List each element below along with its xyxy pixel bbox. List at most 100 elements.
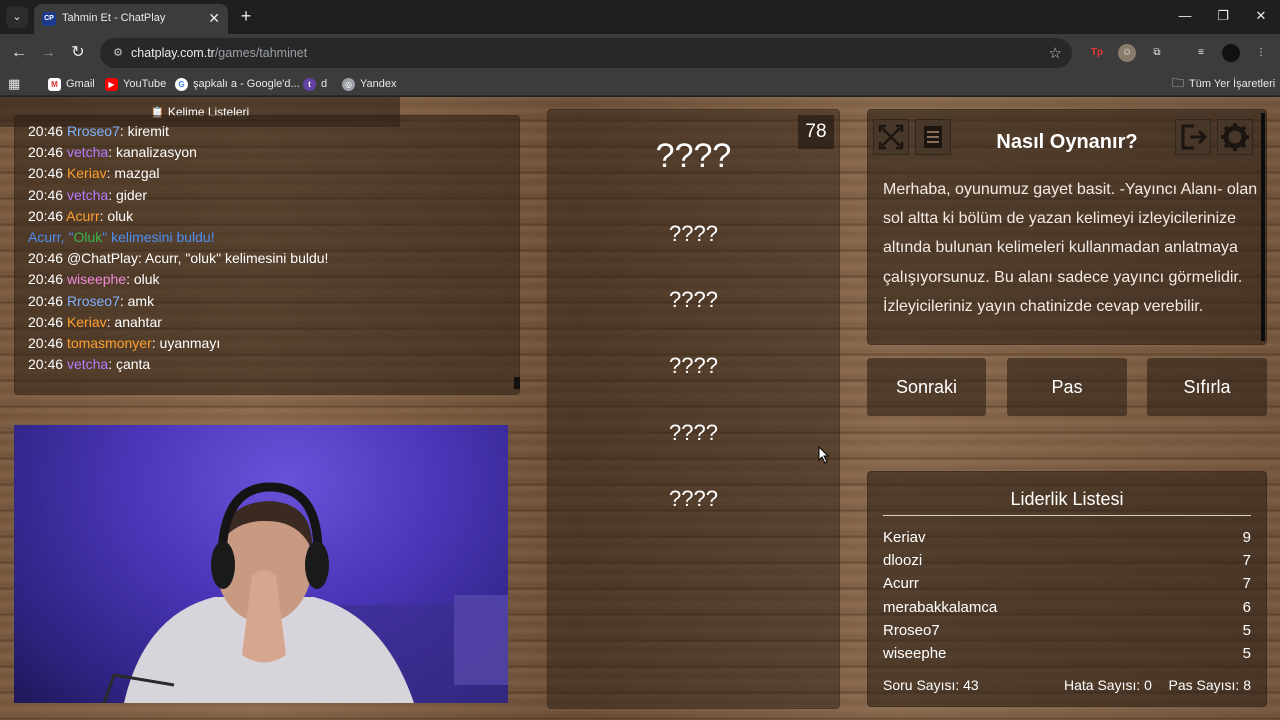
url-text: chatplay.com.tr/games/tahminet	[131, 46, 308, 60]
chat-username: Rroseo7	[66, 292, 120, 309]
extensions-puzzle-icon[interactable]: ⧉	[1148, 44, 1166, 62]
leaderboard-panel: Liderlik Listesi Keriav 9 dloozi 7 Acurr 7 mer…	[867, 471, 1267, 707]
player-name: Rroseo7	[883, 621, 940, 639]
window-controls: — ❐ ✕	[1166, 0, 1280, 34]
chat-text: : kiremit	[119, 123, 169, 139]
chat-timestamp: 20:46	[28, 186, 64, 203]
player-name: Acurr	[883, 575, 919, 593]
bookmark-youtube[interactable]: ▶ YouTube	[105, 76, 166, 92]
chat-text: : anahtar	[106, 313, 162, 330]
player-score: 7	[1242, 552, 1251, 570]
bookmark-d[interactable]: td	[303, 76, 327, 92]
chat-scrollbar[interactable]	[514, 377, 520, 389]
media-control-icon[interactable]: ≡	[1192, 44, 1210, 62]
minimize-icon[interactable]: —	[1166, 0, 1204, 34]
chat-username: vetcha	[66, 356, 109, 373]
leaderboard-row: merabakkalamca 6	[883, 596, 1251, 619]
bookmark-yandex[interactable]: ◎ Yandex	[342, 76, 397, 92]
chatplay-favicon-icon: CP	[42, 12, 56, 26]
google-icon: G	[175, 77, 188, 91]
pass-count: Pas Sayısı: 8	[1168, 677, 1251, 693]
extension-icon[interactable]: Tp	[1088, 44, 1106, 62]
pass-button[interactable]: Pas	[1007, 358, 1127, 416]
new-tab-icon[interactable]: +	[236, 6, 256, 26]
chat-timestamp: 20:46	[28, 313, 64, 330]
chat-username: vetcha	[66, 186, 109, 203]
chat-username: tomasmonyer	[66, 335, 152, 352]
profile-avatar[interactable]	[1222, 44, 1240, 62]
chat-text: : mazgal	[106, 165, 160, 182]
forbidden-word-2: ????	[669, 287, 718, 312]
forward-icon[interactable]: →	[37, 42, 59, 64]
forbidden-word-4: ????	[669, 420, 718, 445]
restore-icon[interactable]: ❐	[1204, 0, 1242, 34]
chat-username: wiseephe	[66, 271, 127, 288]
chat-text: : çanta	[108, 356, 151, 373]
chat-username: Keriav	[66, 313, 107, 330]
chat-username: Keriav	[66, 165, 107, 182]
site-info-icon[interactable]: ⚙	[110, 45, 126, 61]
apps-grid-icon[interactable]: ▦	[8, 76, 20, 92]
all-bookmarks[interactable]: 🗀 Tüm Yer İşaretleri	[1172, 76, 1275, 92]
how-to-play-scrollbar[interactable]	[1261, 113, 1265, 341]
player-score: 7	[1242, 575, 1251, 593]
player-score: 6	[1242, 598, 1251, 616]
back-icon[interactable]: ←	[8, 42, 30, 64]
mouse-cursor-icon	[818, 446, 830, 464]
leaderboard-row: Acurr 7	[883, 572, 1251, 595]
how-to-play-text: Merhaba, oyunumuz gayet basit. -Yayıncı …	[883, 181, 1258, 315]
tab-search-button[interactable]: ⌄	[6, 6, 28, 28]
chat-text: : oluk	[99, 207, 134, 224]
leaderboard-row: wiseephe 5	[883, 642, 1251, 665]
webcam-image	[102, 482, 508, 703]
forbidden-word-5: ????	[669, 486, 718, 511]
chat-text: : gider	[108, 186, 148, 203]
game-page: 20:46 Rroseo7: kiremit 20:46 vetcha: kana…	[0, 97, 1280, 720]
bookmark-gmail[interactable]: M Gmail	[48, 76, 95, 92]
chat-text: : kanalizasyon	[108, 144, 197, 161]
active-tab[interactable]: CP Tahmin Et - ChatPlay ✕	[34, 4, 228, 34]
forbidden-word-3: ????	[669, 353, 718, 378]
chat-message: 20:46 Rroseo7: kiremit	[28, 121, 506, 142]
chat-message: 20:46 vetcha: çanta	[28, 354, 506, 375]
next-button[interactable]: Sonraki	[867, 358, 986, 416]
streamer-webcam	[14, 425, 508, 703]
settings-gear-icon[interactable]	[1217, 119, 1253, 155]
bookmarks-bar: ▦ M Gmail ▶ YouTube Gşapkalı a - Google'd.…	[0, 72, 1280, 96]
leaderboard-row: Rroseo7 5	[883, 619, 1251, 642]
reset-button[interactable]: Sıfırla	[1147, 358, 1267, 416]
address-bar[interactable]: ⚙ chatplay.com.tr/games/tahminet ☆	[100, 38, 1072, 68]
question-count: Soru Sayısı: 43	[883, 677, 979, 693]
exit-icon[interactable]	[1175, 119, 1211, 155]
reload-icon[interactable]: ↻	[67, 42, 89, 64]
menu-kebab-icon[interactable]: ⋮	[1252, 44, 1270, 62]
chat-message: 20:46 Keriav: anahtar	[28, 312, 506, 333]
chat-timestamp: 20:46	[28, 207, 64, 224]
leaderboard-row: dloozi 7	[883, 549, 1251, 572]
leaderboard-divider	[883, 515, 1251, 516]
chat-username: Acurr	[66, 207, 100, 224]
folder-icon: 🗀	[1172, 75, 1185, 90]
chat-messages: 20:46 Rroseo7: kiremit 20:46 vetcha: kana…	[28, 121, 506, 375]
chat-username: @ChatPlay	[66, 250, 138, 267]
chat-message: 20:46 @ChatPlay: Acurr, "oluk" kelimesin…	[28, 248, 506, 269]
main-word: ????	[655, 137, 732, 175]
forbidden-word-1: ????	[669, 221, 718, 246]
chat-username: Rroseo7	[66, 123, 120, 139]
chat-message: 20:46 Acurr: oluk	[28, 206, 506, 227]
player-name: merabakkalamca	[883, 598, 998, 616]
close-window-icon[interactable]: ✕	[1242, 0, 1280, 34]
bookmark-google[interactable]: Gşapkalı a - Google'd...	[175, 76, 300, 92]
bookmark-star-icon[interactable]: ☆	[1049, 44, 1062, 62]
extension-avatar-icon[interactable]: ☺	[1118, 44, 1136, 62]
chat-message: 20:46 Rroseo7: amk	[28, 291, 506, 312]
error-count: Hata Sayısı: 0	[1064, 677, 1152, 693]
tab-strip: ⌄ CP Tahmin Et - ChatPlay ✕ + — ❐ ✕	[0, 0, 1280, 34]
tab-title: Tahmin Et - ChatPlay	[62, 12, 166, 24]
close-tab-icon[interactable]: ✕	[208, 10, 220, 26]
how-to-play-panel: Nasıl Oynanır? Merhaba, oyunumuz gayet b…	[867, 109, 1267, 345]
chat-message: 20:46 wiseephe: oluk	[28, 269, 506, 290]
leaderboard-title: Liderlik Listesi	[1010, 489, 1124, 509]
chat-username: vetcha	[66, 144, 109, 161]
chat-message: 20:46 vetcha: gider	[28, 185, 506, 206]
